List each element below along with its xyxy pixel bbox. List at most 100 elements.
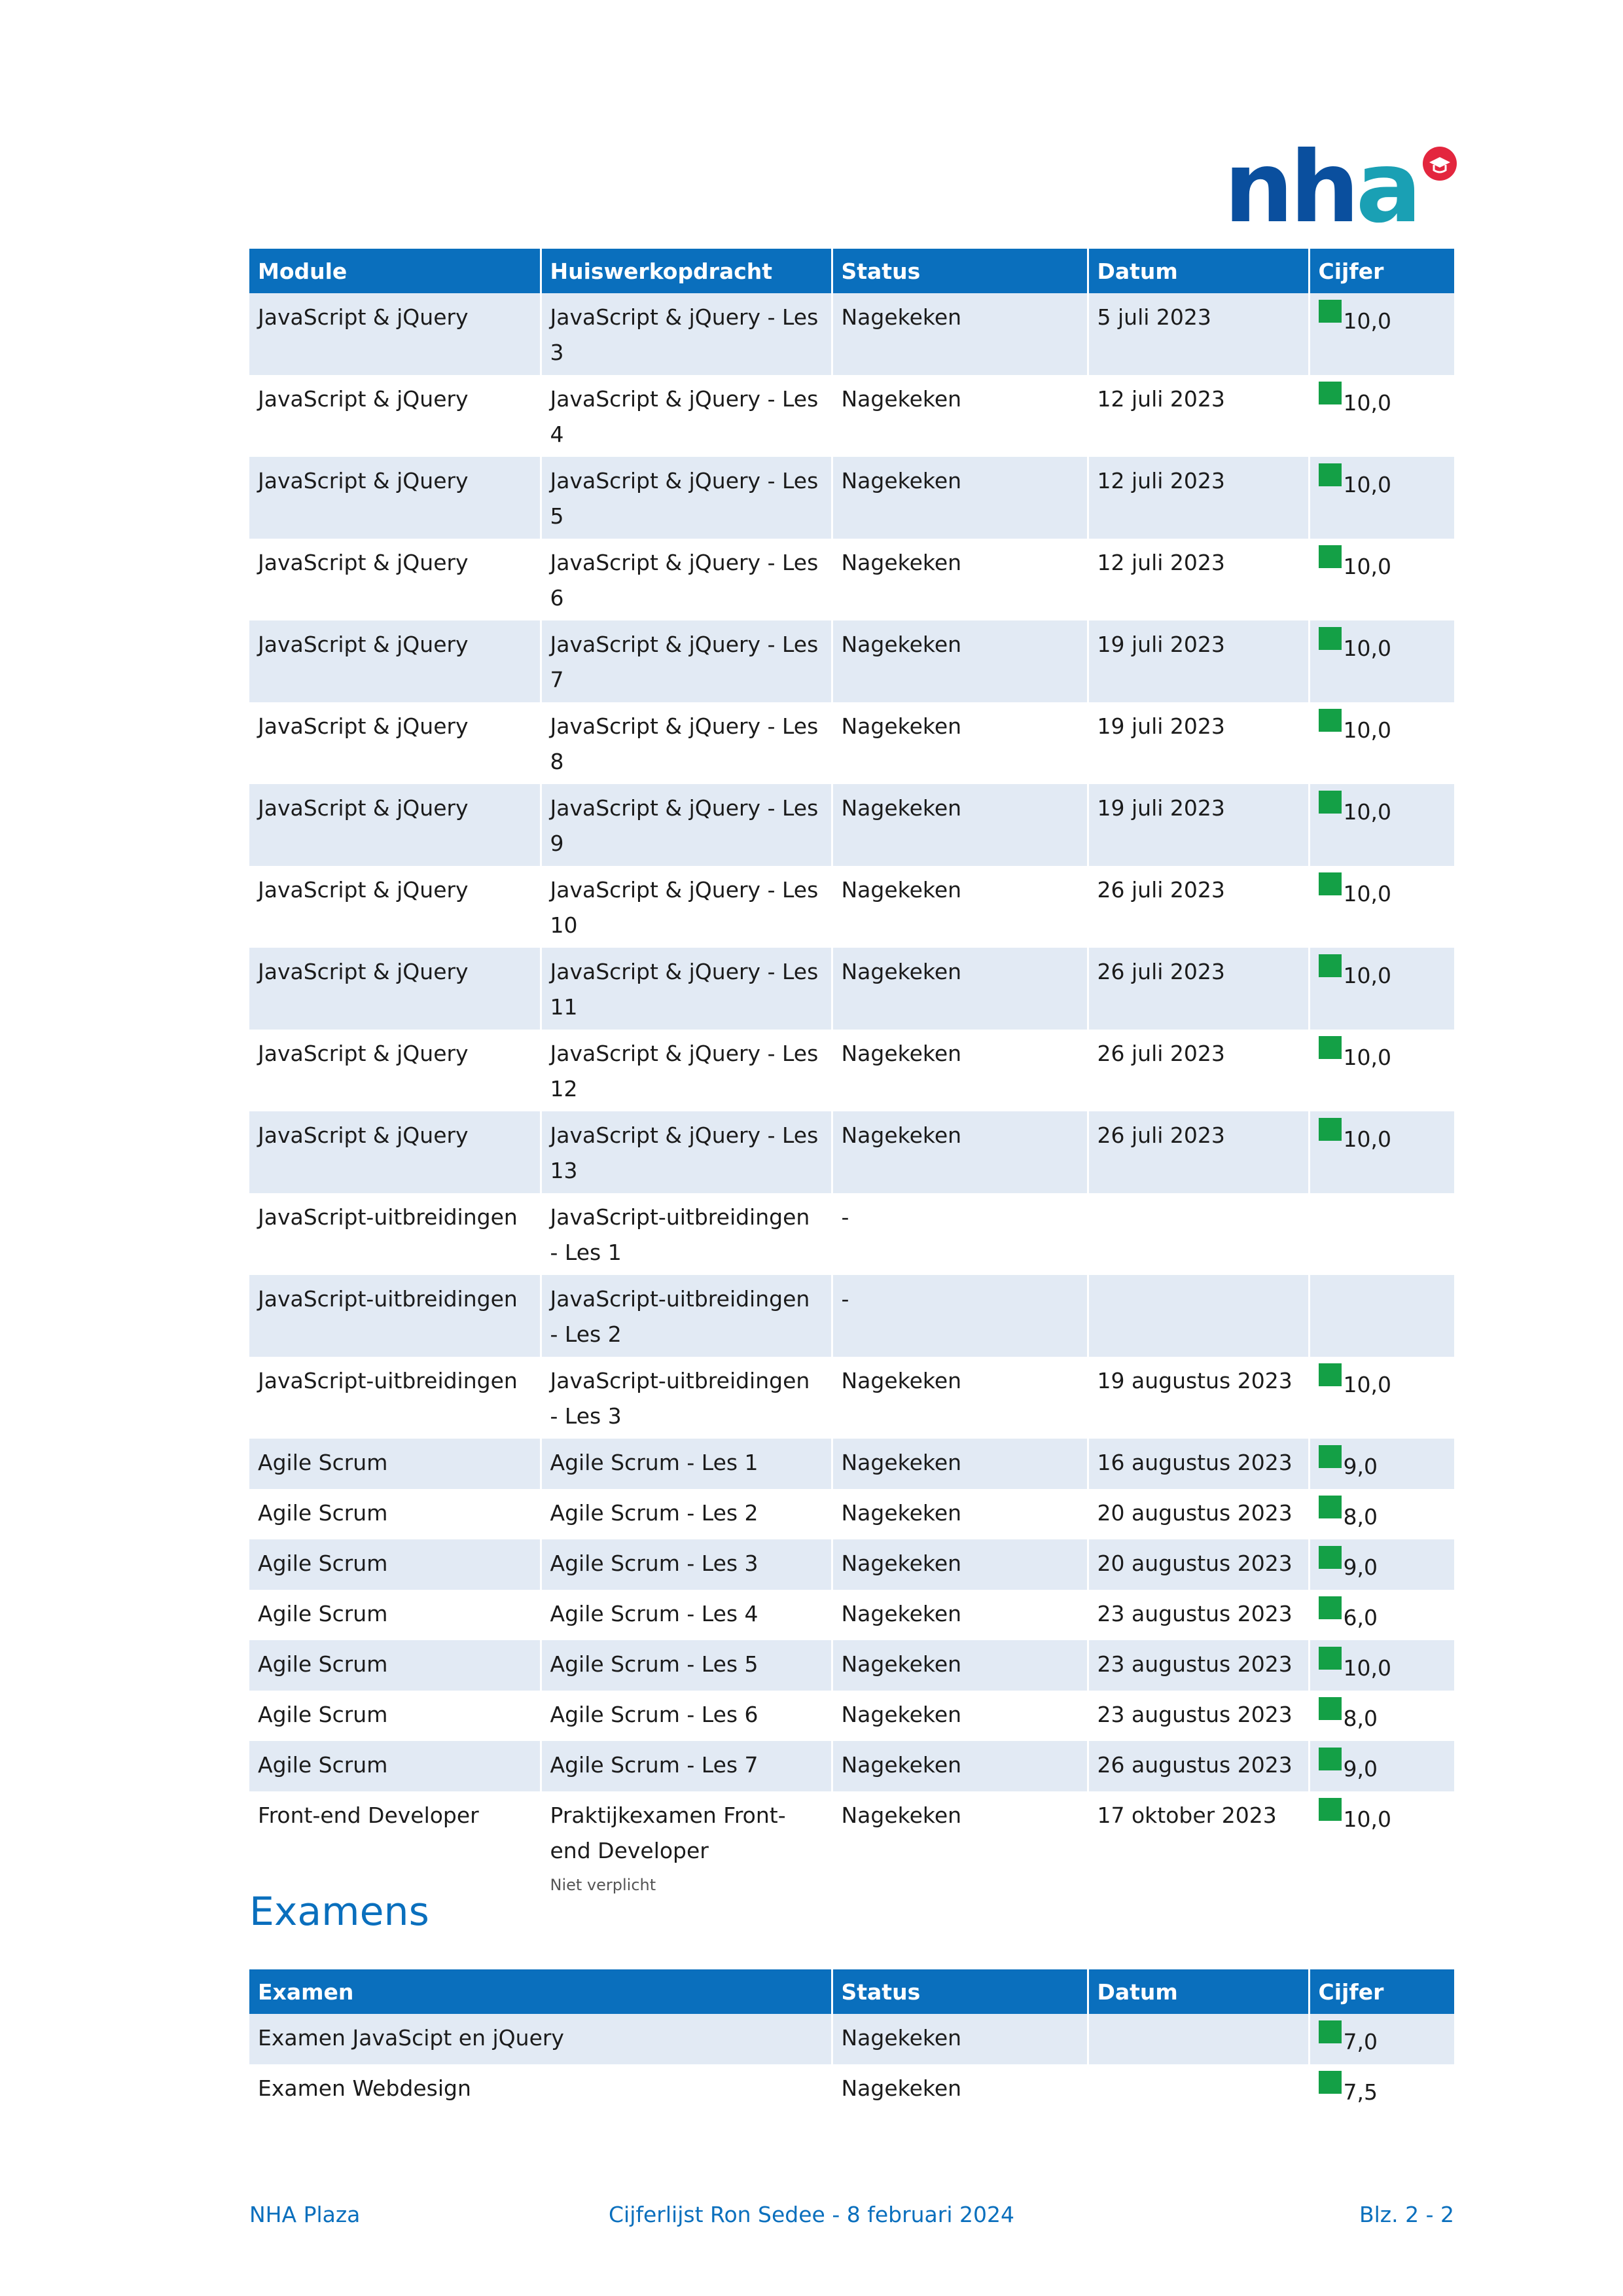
grade-cell: 10,0 [1309, 1640, 1454, 1691]
grade-value: 10,0 [1343, 472, 1391, 497]
grade-cell [1309, 1275, 1454, 1357]
grade-cell: 10,0 [1309, 539, 1454, 620]
assignment-cell: JavaScript & jQuery - Les 9 [541, 784, 833, 866]
status-cell: Nagekeken [832, 539, 1089, 620]
table-row: JavaScript & jQuery JavaScript & jQuery -… [249, 784, 1454, 866]
assignment-cell: Agile Scrum - Les 5 [541, 1640, 833, 1691]
grade-indicator-icon [1318, 1363, 1342, 1386]
grade-cell: 10,0 [1309, 1111, 1454, 1193]
date-cell: 23 augustus 2023 [1088, 1590, 1310, 1640]
grade-indicator-icon [1318, 1596, 1342, 1619]
status-cell: Nagekeken [832, 1640, 1089, 1691]
assignment-text: JavaScript & jQuery - Les 13 [550, 1122, 819, 1183]
module-cell: JavaScript & jQuery [249, 293, 542, 375]
date-cell: 26 juli 2023 [1088, 948, 1310, 1030]
assignment-text: Agile Scrum - Les 7 [550, 1752, 758, 1778]
grade-indicator-icon [1318, 545, 1342, 568]
grade-indicator-icon [1318, 1445, 1342, 1468]
assignment-text: JavaScript-uitbreidingen - Les 3 [550, 1368, 810, 1429]
grade-indicator-icon [1318, 1118, 1342, 1141]
date-cell: 26 augustus 2023 [1088, 1741, 1310, 1791]
assignment-text: JavaScript & jQuery - Les 7 [550, 632, 819, 692]
status-cell: Nagekeken [832, 866, 1089, 948]
grade-indicator-icon [1318, 1798, 1342, 1821]
grade-cell: 9,0 [1309, 1539, 1454, 1590]
status-cell: Nagekeken [832, 1691, 1089, 1741]
grade-value: 10,0 [1343, 1806, 1391, 1832]
grade-cell: 10,0 [1309, 1030, 1454, 1111]
status-cell: Nagekeken [832, 375, 1089, 457]
assignment-text: JavaScript & jQuery - Les 9 [550, 795, 819, 856]
table-row: Examen Webdesign Nagekeken 7,5 [249, 2064, 1454, 2115]
grade-value: 10,0 [1343, 308, 1391, 334]
grade-cell: 8,0 [1309, 1489, 1454, 1539]
date-cell: 23 augustus 2023 [1088, 1640, 1310, 1691]
footer-page-number: Blz. 2 - 2 [1359, 2202, 1454, 2227]
module-cell: Agile Scrum [249, 1640, 542, 1691]
module-cell: JavaScript & jQuery [249, 457, 542, 539]
module-cell: JavaScript & jQuery [249, 866, 542, 948]
assignment-cell: JavaScript-uitbreidingen - Les 2 [541, 1275, 833, 1357]
assignment-cell: JavaScript & jQuery - Les 3 [541, 293, 833, 375]
module-cell: JavaScript-uitbreidingen [249, 1357, 542, 1439]
assignment-text: JavaScript & jQuery - Les 3 [550, 304, 819, 365]
grade-indicator-icon [1318, 627, 1342, 650]
date-cell: 20 augustus 2023 [1088, 1489, 1310, 1539]
table-row: Agile Scrum Agile Scrum - Les 2 Nagekeken 2… [249, 1489, 1454, 1539]
grade-value: 10,0 [1343, 881, 1391, 906]
date-cell: 19 juli 2023 [1088, 784, 1310, 866]
assignment-text: JavaScript & jQuery - Les 8 [550, 713, 819, 774]
grade-indicator-icon [1318, 1546, 1342, 1569]
date-cell: 5 juli 2023 [1088, 293, 1310, 375]
date-cell: 19 juli 2023 [1088, 620, 1310, 702]
grades-header-row: Module Huiswerkopdracht Status Datum Cij… [249, 249, 1454, 293]
grade-indicator-icon [1318, 791, 1342, 814]
grade-cell [1309, 1193, 1454, 1275]
table-row: Front-end Developer Praktijkexamen Front-… [249, 1791, 1454, 1901]
table-row: JavaScript & jQuery JavaScript & jQuery -… [249, 375, 1454, 457]
module-cell: JavaScript-uitbreidingen [249, 1275, 542, 1357]
grade-value: 8,0 [1343, 1504, 1378, 1530]
assignment-cell: JavaScript-uitbreidingen - Les 1 [541, 1193, 833, 1275]
table-row: JavaScript-uitbreidingen JavaScript-uitbr… [249, 1357, 1454, 1439]
grade-value: 10,0 [1343, 390, 1391, 416]
table-row: Agile Scrum Agile Scrum - Les 3 Nagekeken 2… [249, 1539, 1454, 1590]
module-cell: Front-end Developer [249, 1791, 542, 1901]
column-header-module: Module [249, 249, 542, 293]
assignment-text: Praktijkexamen Front-end Developer [550, 1803, 786, 1863]
grade-cell: 6,0 [1309, 1590, 1454, 1640]
table-row: JavaScript & jQuery JavaScript & jQuery -… [249, 620, 1454, 702]
table-row: JavaScript & jQuery JavaScript & jQuery -… [249, 1030, 1454, 1111]
grade-indicator-icon [1318, 1748, 1342, 1770]
table-row: JavaScript & jQuery JavaScript & jQuery -… [249, 948, 1454, 1030]
date-cell: 19 augustus 2023 [1088, 1357, 1310, 1439]
grade-cell: 10,0 [1309, 620, 1454, 702]
grade-indicator-icon [1318, 2071, 1342, 2094]
status-cell: Nagekeken [832, 620, 1089, 702]
status-cell: Nagekeken [832, 293, 1089, 375]
grade-cell: 8,0 [1309, 1691, 1454, 1741]
grade-value: 9,0 [1343, 1756, 1378, 1782]
grade-cell: 10,0 [1309, 784, 1454, 866]
module-cell: Agile Scrum [249, 1489, 542, 1539]
date-cell: 12 juli 2023 [1088, 539, 1310, 620]
status-cell: - [832, 1275, 1089, 1357]
module-cell: Agile Scrum [249, 1439, 542, 1489]
status-cell: Nagekeken [832, 1489, 1089, 1539]
grade-indicator-icon [1318, 954, 1342, 977]
status-cell: Nagekeken [832, 1439, 1089, 1489]
assignment-cell: Agile Scrum - Les 4 [541, 1590, 833, 1640]
grade-cell: 7,0 [1309, 2014, 1454, 2064]
exam-cell: Examen Webdesign [249, 2064, 833, 2115]
assignment-text: JavaScript & jQuery - Les 10 [550, 877, 819, 938]
grade-value: 6,0 [1343, 1605, 1378, 1630]
status-cell: Nagekeken [832, 1357, 1089, 1439]
assignment-note: Niet verplicht [550, 1876, 656, 1894]
status-cell: - [832, 1193, 1089, 1275]
date-cell: 16 augustus 2023 [1088, 1439, 1310, 1489]
table-row: JavaScript & jQuery JavaScript & jQuery -… [249, 539, 1454, 620]
status-cell: Nagekeken [832, 457, 1089, 539]
status-cell: Nagekeken [832, 948, 1089, 1030]
grade-indicator-icon [1318, 1647, 1342, 1670]
assignment-cell: JavaScript & jQuery - Les 11 [541, 948, 833, 1030]
